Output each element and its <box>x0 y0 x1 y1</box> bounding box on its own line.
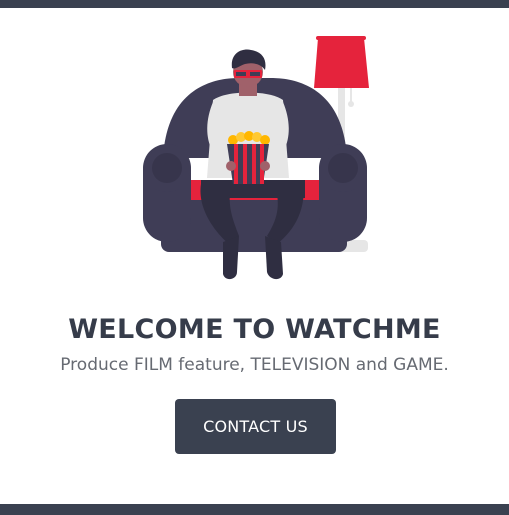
page-title: WELCOME TO WATCHME <box>68 314 441 345</box>
person-watching-movie-illustration <box>143 36 369 280</box>
contact-us-button[interactable]: CONTACT US <box>175 399 336 454</box>
page-subtitle: Produce FILM feature, TELEVISION and GAM… <box>60 355 449 375</box>
landing-page: WELCOME TO WATCHME Produce FILM feature,… <box>0 0 509 515</box>
popcorn-icon <box>227 131 270 184</box>
bottom-bar <box>0 504 509 515</box>
top-bar <box>0 0 509 8</box>
